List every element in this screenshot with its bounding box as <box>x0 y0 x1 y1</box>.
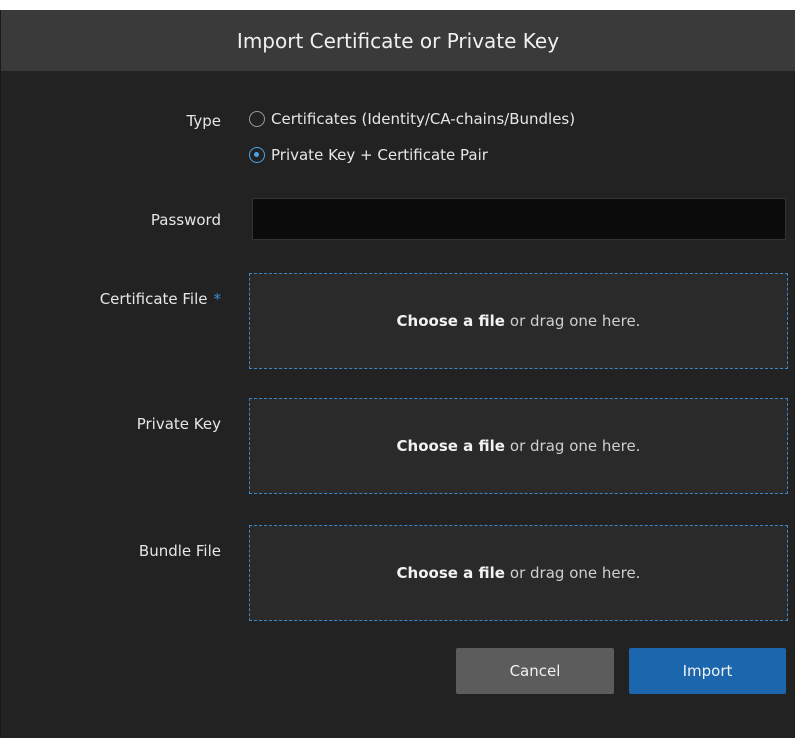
private-key-dropzone[interactable]: Choose a file or drag one here. <box>249 398 788 494</box>
choose-file-link[interactable]: Choose a file <box>397 437 505 455</box>
drag-hint: or drag one here. <box>509 312 641 330</box>
password-label: Password <box>150 211 221 229</box>
radio-option-certificates-label: Certificates (Identity/CA-chains/Bundles… <box>271 110 576 128</box>
choose-file-link[interactable]: Choose a file <box>397 564 505 582</box>
required-marker: * <box>213 290 222 308</box>
dialog-title: Import Certificate or Private Key <box>236 28 560 53</box>
password-input[interactable] <box>252 198 786 240</box>
bundle-file-label: Bundle File <box>138 542 221 560</box>
radio-checked-icon[interactable] <box>249 147 265 163</box>
radio-option-certificates[interactable]: Certificates (Identity/CA-chains/Bundles… <box>249 110 575 128</box>
certificate-file-dropzone[interactable]: Choose a file or drag one here. <box>249 273 788 369</box>
dialog-header: Import Certificate or Private Key <box>1 10 795 71</box>
drag-hint: or drag one here. <box>509 564 641 582</box>
cancel-button[interactable]: Cancel <box>456 648 614 694</box>
radio-option-keypair[interactable]: Private Key + Certificate Pair <box>249 146 488 164</box>
private-key-label: Private Key <box>136 415 221 433</box>
bundle-file-dropzone[interactable]: Choose a file or drag one here. <box>249 525 788 621</box>
certificate-file-label-text: Certificate File <box>99 290 208 308</box>
import-button[interactable]: Import <box>629 648 786 694</box>
radio-option-keypair-label: Private Key + Certificate Pair <box>271 146 488 164</box>
type-label: Type <box>186 112 221 130</box>
choose-file-link[interactable]: Choose a file <box>397 312 505 330</box>
certificate-file-label: Certificate File * <box>11 290 221 308</box>
drag-hint: or drag one here. <box>509 437 641 455</box>
import-dialog: Import Certificate or Private Key Type C… <box>0 10 795 738</box>
radio-unchecked-icon[interactable] <box>249 111 265 127</box>
